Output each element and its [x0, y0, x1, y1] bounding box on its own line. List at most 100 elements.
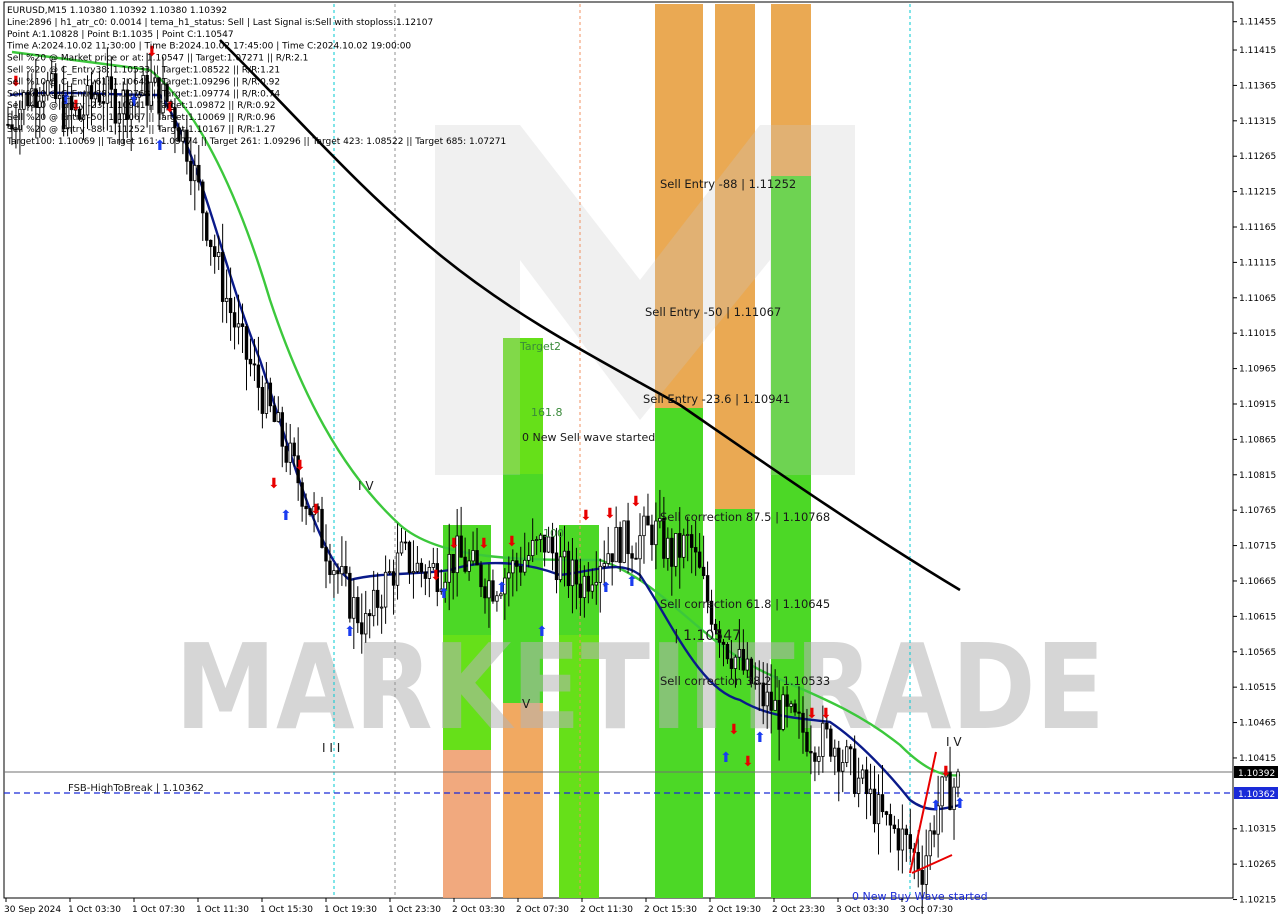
time-tick-label: 2 Oct 19:30: [708, 905, 761, 915]
candle-body: [348, 572, 352, 619]
candle-body: [527, 555, 531, 561]
candle-body: [908, 834, 913, 850]
time-tick-label: 1 Oct 03:30: [68, 905, 121, 915]
candle-body: [197, 164, 201, 183]
price-tick-label: 1.10415: [1239, 754, 1276, 764]
candle-body: [868, 788, 873, 795]
candle-body: [920, 869, 924, 885]
candle-body: [765, 691, 769, 707]
candle-body: [507, 572, 511, 579]
red-arrow: ⬇: [310, 502, 322, 518]
candle-body: [773, 699, 777, 711]
candle-body: [932, 830, 936, 835]
red-arrow: ⬇: [506, 534, 518, 550]
candle-body: [344, 566, 348, 574]
time-tick-label: 1 Oct 07:30: [132, 905, 185, 915]
candle-body: [375, 589, 380, 608]
candle-body: [682, 534, 686, 558]
candle-body: [511, 560, 515, 574]
candle-body: [530, 540, 535, 557]
candle-body: [686, 534, 690, 536]
candle-body: [904, 828, 909, 835]
candle-body: [848, 746, 853, 750]
blue-arrow: ⬆: [930, 798, 942, 814]
candle-body: [900, 828, 905, 851]
header-line: Sell %20 @ C_Entry38: 1.10533 || Target:…: [7, 66, 280, 76]
fib-100-label: 100: [543, 527, 564, 540]
candle-body: [407, 541, 412, 574]
candle-body: [360, 622, 364, 635]
candle-body: [189, 160, 193, 182]
candle-body: [566, 550, 571, 587]
candle-body: [797, 711, 801, 714]
price-tick-label: 1.11215: [1239, 188, 1276, 198]
candle-body: [411, 571, 416, 574]
target2-label: Target2: [519, 340, 561, 353]
wave-label-iv-1: I V: [358, 479, 374, 493]
price-tick-label: 1.10715: [1239, 542, 1276, 552]
red-arrow: ⬇: [728, 722, 740, 738]
candle-body: [634, 557, 638, 560]
candle-body: [622, 520, 626, 563]
candle-body: [252, 363, 257, 366]
header-line: Sell %10 @ Entry -23: 1.10941 || Target:…: [7, 101, 275, 111]
time-tick-label: 2 Oct 07:30: [516, 905, 569, 915]
blue-arrow: ⬆: [280, 508, 292, 524]
candle-body: [578, 583, 583, 598]
candle-body: [431, 563, 436, 568]
candle-body: [240, 323, 245, 327]
candle-body: [845, 746, 849, 763]
candle-body: [733, 656, 738, 669]
candle-body: [602, 563, 606, 567]
price-chart: MARKETIITRADE ⬇ ⬇ ⬇ ⬇ ⬇ ⬇ ⬇ ⬇ ⬇ ⬇ ⬇ ⬇ ⬇ …: [3, 1, 1278, 915]
candle-body: [491, 580, 495, 602]
blue-arrow: ⬆: [754, 730, 766, 746]
c-price-label: | 1.10547: [674, 628, 741, 644]
candle-body: [654, 520, 658, 546]
time-tick-label: 1 Oct 15:30: [260, 905, 313, 915]
candle-body: [205, 212, 209, 241]
header-line: Sell %10 @ C_Entry88: 1.10768 || Target:…: [7, 89, 280, 99]
candle-body: [630, 553, 634, 559]
candle-body: [554, 552, 559, 581]
candle-body: [232, 312, 237, 328]
candle-body: [789, 703, 793, 707]
red-arrow: ⬇: [430, 568, 442, 584]
candle-body: [701, 566, 706, 576]
candle-body: [809, 751, 813, 754]
time-tick-label: 1 Oct 11:30: [196, 905, 249, 915]
candle-body: [383, 571, 388, 608]
sell-corr-618-label: Sell correction 61.8 | 1.10645: [660, 597, 830, 611]
red-arrow: ⬇: [630, 494, 642, 510]
price-tick-label: 1.10765: [1239, 506, 1276, 516]
sell-entry-236-label: Sell Entry -23.6 | 1.10941: [643, 392, 790, 406]
candle-body: [837, 747, 841, 772]
candle-body: [769, 691, 773, 711]
candle-body: [368, 613, 372, 617]
candle-body: [336, 570, 340, 575]
candle-body: [523, 559, 527, 573]
candle-body: [248, 358, 253, 365]
red-arrow: ⬇: [806, 706, 818, 722]
header-line: Sell %20 @ Market price or at: 1.10547 |…: [7, 54, 308, 64]
candle-body: [244, 326, 249, 360]
candle-body: [534, 539, 539, 541]
wave-label-iv-2: I V: [946, 735, 962, 749]
candle-body: [741, 649, 746, 671]
price-tick-label: 1.10915: [1239, 400, 1276, 410]
red-arrow: ⬇: [940, 764, 952, 780]
candle-body: [209, 239, 213, 248]
candle-body: [276, 412, 280, 422]
candle-body: [328, 560, 332, 575]
candle-body: [399, 541, 404, 554]
candle-body: [888, 814, 893, 826]
candle-body: [228, 297, 233, 314]
candle-body: [829, 728, 833, 757]
candle-body: [260, 387, 265, 414]
price-tick-label: 1.11265: [1239, 152, 1276, 162]
candle-body: [801, 712, 805, 733]
candle-body: [674, 533, 678, 567]
candle-body: [610, 553, 614, 563]
header-line: Sell %10 @ C_Entry61: 1.10645 || Target:…: [7, 77, 280, 87]
candle-body: [538, 534, 543, 540]
